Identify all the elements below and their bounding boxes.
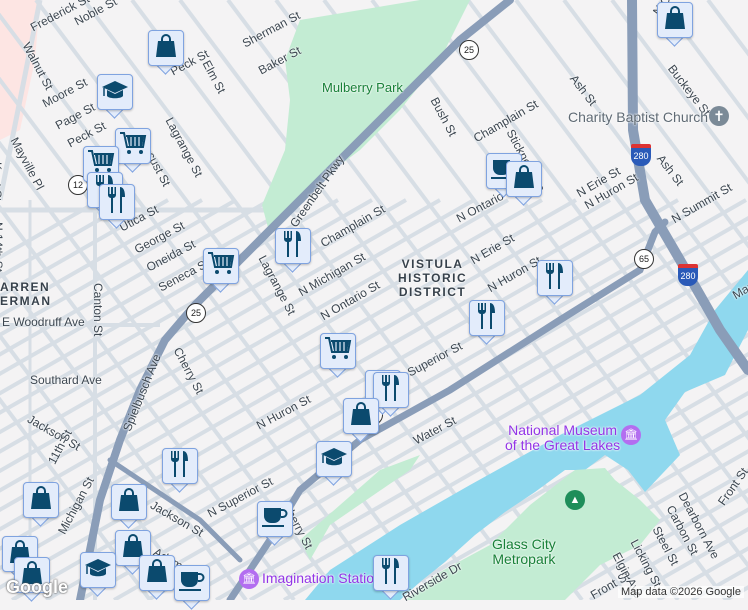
warren-line-2: ERMAN xyxy=(0,294,52,308)
map-marker-shopping-bag[interactable] xyxy=(111,484,147,529)
museum-label[interactable]: National Museum of the Great Lakes xyxy=(505,423,620,453)
map-marker-restaurant[interactable] xyxy=(469,300,505,345)
church-icon[interactable]: ✝ xyxy=(709,106,729,126)
shopping-cart-icon xyxy=(324,336,352,367)
street-label: Kent St xyxy=(0,162,4,202)
street-label: N 14th St xyxy=(0,222,5,273)
marker-box xyxy=(316,441,352,477)
shopping-bag-icon xyxy=(350,401,372,431)
restaurant-icon xyxy=(476,302,498,335)
shopping-bag-icon xyxy=(146,558,168,588)
map-marker-restaurant[interactable] xyxy=(275,228,311,273)
marker-box xyxy=(657,2,693,38)
marker-box xyxy=(373,555,409,591)
map-marker-shopping-bag[interactable] xyxy=(139,555,175,600)
graduation-cap-icon xyxy=(320,446,348,473)
marker-box xyxy=(139,555,175,591)
route-shield: 65 xyxy=(634,249,654,269)
route-shield: 25 xyxy=(186,303,206,323)
map-marker-graduation-cap[interactable] xyxy=(316,441,352,486)
marker-box xyxy=(111,484,147,520)
map-attribution[interactable]: Map data ©2026 Google xyxy=(617,586,744,598)
marker-box xyxy=(537,260,573,296)
route-shield: 25 xyxy=(459,40,479,60)
map-marker-restaurant[interactable] xyxy=(373,555,409,600)
restaurant-icon xyxy=(282,230,304,263)
map-marker-shopping-cart[interactable] xyxy=(320,333,356,378)
map-marker-coffee-cup[interactable] xyxy=(174,565,210,610)
shopping-cart-icon xyxy=(207,251,235,282)
marker-box xyxy=(343,398,379,434)
marker-box xyxy=(275,228,311,264)
shopping-bag-icon xyxy=(30,485,52,515)
marker-box xyxy=(174,565,210,601)
interstate-shield: 280 xyxy=(678,264,698,286)
marker-box xyxy=(320,333,356,369)
marker-box xyxy=(115,128,151,164)
map-marker-shopping-bag[interactable] xyxy=(148,30,184,75)
marker-box xyxy=(257,501,293,537)
marker-box xyxy=(80,552,116,588)
shopping-cart-icon xyxy=(119,131,147,162)
coffee-cup-icon xyxy=(262,506,288,533)
map-marker-shopping-cart[interactable] xyxy=(203,248,239,293)
museum-icon[interactable]: 🏛 xyxy=(621,425,641,445)
metropark-line-1: Glass City xyxy=(492,536,556,552)
map-marker-shopping-bag[interactable] xyxy=(506,161,542,206)
marker-box xyxy=(23,482,59,518)
district-line-3: DISTRICT xyxy=(398,285,467,299)
shopping-bag-icon xyxy=(118,487,140,517)
warren-sherman-label: ARREN ERMAN xyxy=(0,280,52,308)
restaurant-icon xyxy=(544,262,566,295)
map-marker-shopping-bag[interactable] xyxy=(23,482,59,527)
warren-line-1: ARREN xyxy=(0,280,51,294)
graduation-cap-icon xyxy=(84,557,112,584)
restaurant-icon xyxy=(106,186,128,219)
marker-box xyxy=(148,30,184,66)
park-tree-icon[interactable]: ▲ xyxy=(565,490,585,510)
mulberry-park-label[interactable]: Mulberry Park xyxy=(322,80,403,95)
map-marker-shopping-bag[interactable] xyxy=(657,2,693,47)
vistula-district-label: VISTULA HISTORIC DISTRICT xyxy=(398,257,467,299)
shopping-bag-icon xyxy=(664,5,686,35)
map-marker-restaurant[interactable] xyxy=(537,260,573,305)
map-marker-graduation-cap[interactable] xyxy=(80,552,116,597)
charity-baptist-church-label[interactable]: Charity Baptist Church xyxy=(568,109,708,125)
marker-box xyxy=(469,300,505,336)
map-marker-shopping-bag[interactable] xyxy=(343,398,379,443)
marker-box xyxy=(203,248,239,284)
district-line-2: HISTORIC xyxy=(398,271,468,285)
street-label: Canton St xyxy=(91,283,105,337)
marker-box xyxy=(99,184,135,220)
metropark-line-2: Metropark xyxy=(492,551,556,567)
restaurant-icon xyxy=(169,450,191,483)
interstate-shield: 280 xyxy=(631,144,651,166)
restaurant-icon xyxy=(380,374,402,407)
map-marker-shopping-cart[interactable] xyxy=(115,128,151,173)
museum-line-1: National Museum xyxy=(508,422,618,438)
shopping-bag-icon xyxy=(155,33,177,63)
imagination-station-label[interactable]: Imagination Station xyxy=(262,570,382,586)
museum-line-2: of the Great Lakes xyxy=(505,437,621,453)
street-label: Southard Ave xyxy=(30,373,102,387)
map-marker-restaurant[interactable] xyxy=(162,448,198,493)
map-marker-restaurant[interactable] xyxy=(99,184,135,229)
metropark-label[interactable]: Glass City Metropark xyxy=(492,537,556,567)
street-label: E Woodruff Ave xyxy=(2,315,85,329)
marker-box xyxy=(506,161,542,197)
marker-box xyxy=(97,74,133,110)
marker-box xyxy=(162,448,198,484)
map-marker-coffee-cup[interactable] xyxy=(257,501,293,546)
map-marker-graduation-cap[interactable] xyxy=(97,74,133,119)
district-line-1: VISTULA xyxy=(401,257,464,271)
shopping-bag-icon xyxy=(513,164,535,194)
graduation-cap-icon xyxy=(101,79,129,106)
google-logo: Google xyxy=(6,577,68,597)
restaurant-icon xyxy=(380,557,402,590)
imagination-station-icon[interactable]: 🏛 xyxy=(239,569,259,589)
coffee-cup-icon xyxy=(179,570,205,597)
